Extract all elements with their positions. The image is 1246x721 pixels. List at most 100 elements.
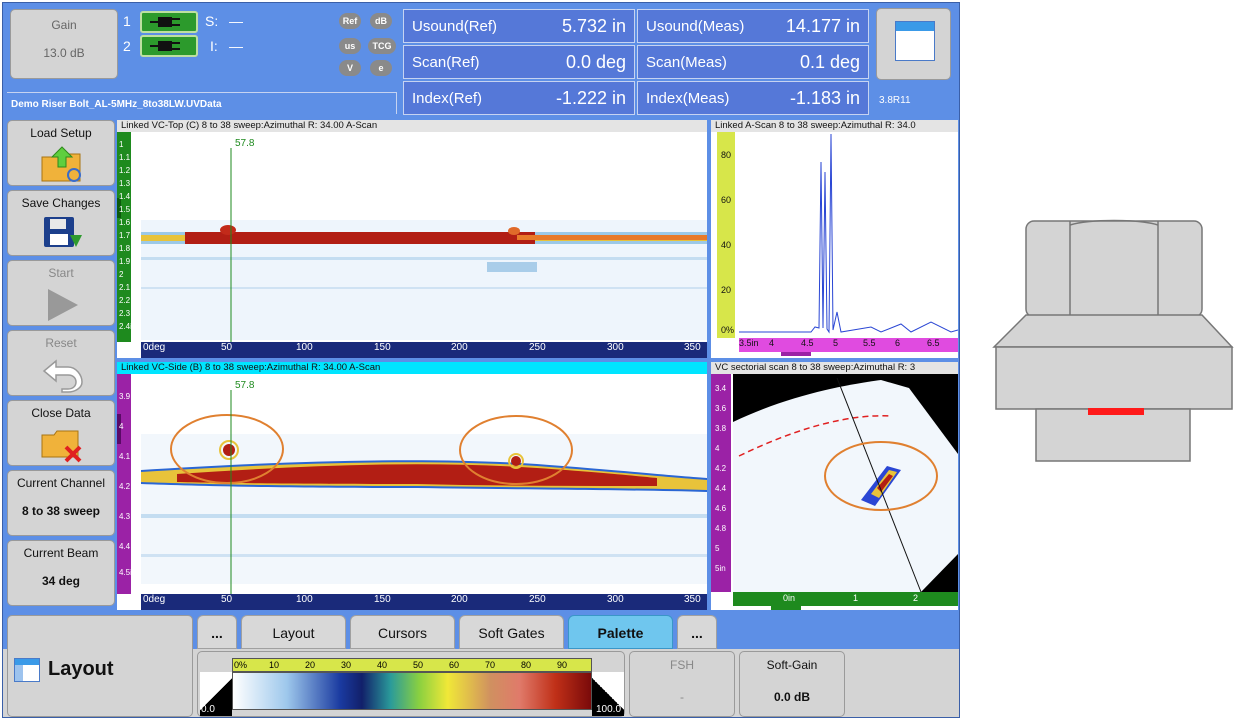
a-scan-v-axis: 80 60 40 20 0% (717, 150, 735, 340)
current-beam-box[interactable]: Current Beam 34 deg (7, 540, 115, 606)
b-scan-side-cursor-label: 57.8 (235, 380, 255, 391)
v-tick: 1.2 (119, 166, 131, 175)
reset-button[interactable]: Reset (7, 330, 115, 396)
save-changes-button[interactable]: Save Changes (7, 190, 115, 256)
undo-icon (42, 355, 84, 396)
x-tick: 0in (783, 593, 796, 603)
x-tick: 4.5 (801, 338, 814, 348)
sectorial-scan-image (711, 374, 958, 610)
current-beam-label: Current Beam (23, 546, 99, 560)
v-tick: 4.8 (715, 524, 727, 533)
usound-meas-label: Usound(Meas) (646, 17, 745, 35)
x-tick: 1 (853, 593, 859, 603)
current-channel-box[interactable]: Current Channel 8 to 38 sweep (7, 470, 115, 536)
fsh-button[interactable]: FSH - (629, 651, 735, 717)
sectorial-scan-title: VC sectorial scan 8 to 38 sweep:Azimutha… (711, 362, 958, 374)
sectorial-scan-view[interactable]: VC sectorial scan 8 to 38 sweep:Azimutha… (711, 362, 958, 610)
x-tick: 3.5in (739, 338, 759, 348)
start-button[interactable]: Start (7, 260, 115, 326)
v-tick: 4.1 (119, 452, 131, 461)
inspection-app-window: Gain 13.0 dB 1 S: — 2 I: — Ref dB us TCG… (2, 2, 960, 718)
close-data-button[interactable]: Close Data (7, 400, 115, 466)
v-tick: 1.9 (119, 257, 131, 266)
s-label: S: (205, 13, 219, 29)
c-scan-top-x-axis: 0deg 50 100 150 200 250 300 350 (141, 342, 707, 358)
v-tick: 4.6 (715, 504, 727, 513)
v-tick: 4 (119, 422, 124, 431)
tab-layout[interactable]: Layout (241, 615, 346, 649)
usound-meas-value: 14.177 in (785, 15, 860, 36)
soft-gain-button[interactable]: Soft-Gain 0.0 dB (739, 651, 845, 717)
v-tick: 5 (715, 544, 720, 553)
palette-tick: 60 (449, 660, 460, 670)
version-label: 3.8R11 (879, 95, 911, 106)
a-scan-x-axis: 3.5in 4 4.5 5 5.5 6 6.5 (739, 338, 958, 352)
channel-1-plug-icon[interactable] (140, 11, 198, 33)
tab-cursors[interactable]: Cursors (350, 615, 455, 649)
us-pill[interactable]: us (339, 38, 361, 54)
load-setup-button[interactable]: Load Setup (7, 120, 115, 186)
b-scan-side-x-axis: 0deg 50 100 150 200 250 300 350 (141, 594, 707, 610)
i-label: I: (210, 38, 218, 54)
b-scan-side-view[interactable]: Linked VC-Side (B) 8 to 38 sweep:Azimuth… (117, 362, 707, 610)
palette-tick: 20 (305, 660, 316, 670)
soft-gain-value: 0.0 dB (773, 690, 810, 704)
gain-label: Gain (51, 18, 77, 32)
e-pill[interactable]: e (370, 60, 392, 76)
filename-bar: Demo Riser Bolt_AL-5MHz_8to38LW.UVData (7, 92, 397, 114)
tab-palette[interactable]: Palette (568, 615, 673, 649)
palette-tick: 80 (521, 660, 532, 670)
v-tick: 2.3 (119, 309, 131, 318)
scan-meas-label: Scan(Meas) (646, 53, 727, 71)
tcg-pill[interactable]: TCG (368, 38, 396, 54)
x-tick: 250 (529, 594, 546, 605)
load-setup-label: Load Setup (30, 126, 92, 140)
tab-soft-gates[interactable]: Soft Gates (459, 615, 564, 649)
layout-menu-button[interactable]: Layout (7, 615, 193, 717)
x-tick: 150 (374, 594, 391, 605)
riser-bolt-diagram (992, 219, 1234, 462)
usound-ref-label: Usound(Ref) (412, 17, 498, 35)
index-meas-value: -1.183 in (789, 87, 860, 108)
palette-tick: 40 (377, 660, 388, 670)
v-tick: 2.1 (119, 283, 131, 292)
tab-more-right[interactable]: ... (677, 615, 717, 649)
v-tick: 1.3 (119, 179, 131, 188)
a-scan-view[interactable]: Linked A-Scan 8 to 38 sweep:Azimuthal R:… (711, 120, 958, 358)
scan-ref-value: 0.0 deg (565, 51, 626, 72)
tab-more-left[interactable]: ... (197, 615, 237, 649)
v-pill[interactable]: V (339, 60, 361, 76)
palette-tick: 0% (234, 660, 248, 670)
palette-tick: 50 (413, 660, 424, 670)
v-tick: 4.5in (119, 568, 137, 577)
channel-2-plug-icon[interactable] (140, 35, 198, 57)
x-tick: 5.5 (863, 338, 876, 348)
palette-gradient (232, 672, 592, 710)
db-pill[interactable]: dB (370, 13, 392, 29)
save-changes-label: Save Changes (21, 196, 101, 210)
v-tick: 1.5 (119, 205, 131, 214)
v-tick: 3.6 (715, 404, 727, 413)
x-tick: 350 (684, 342, 701, 353)
v-tick: 5in (715, 564, 726, 573)
c-scan-top-view[interactable]: Linked VC-Top (C) 8 to 38 sweep:Azimutha… (117, 120, 707, 358)
soft-gain-label: Soft-Gain (766, 658, 818, 672)
window-button[interactable] (876, 8, 951, 80)
v-tick: 3.9 (119, 392, 131, 401)
v-tick: 4.4 (715, 484, 727, 493)
fsh-label: FSH (670, 658, 694, 672)
usound-ref-value: 5.732 in (561, 15, 626, 36)
layout-menu-label: Layout (48, 658, 114, 680)
ref-pill[interactable]: Ref (339, 13, 361, 29)
c-scan-top-v-axis: 1 1.1 1.2 1.3 1.4 1.5 1.6 1.7 1.8 1.9 2 … (117, 140, 136, 331)
c-scan-top-cursor-label: 57.8 (235, 138, 255, 149)
x-tick: 100 (296, 594, 313, 605)
x-tick: 0deg (143, 342, 166, 353)
x-tick: 6.5 (927, 338, 940, 348)
scan-ref-label: Scan(Ref) (412, 53, 480, 71)
current-channel-value: 8 to 38 sweep (21, 504, 101, 518)
start-label: Start (48, 266, 74, 280)
index-meas-label: Index(Meas) (646, 89, 730, 107)
palette-panel[interactable]: 0% 10 20 30 40 50 60 70 80 90 0.0 100.0 (197, 651, 625, 717)
gain-button[interactable]: Gain 13.0 dB (10, 9, 118, 79)
